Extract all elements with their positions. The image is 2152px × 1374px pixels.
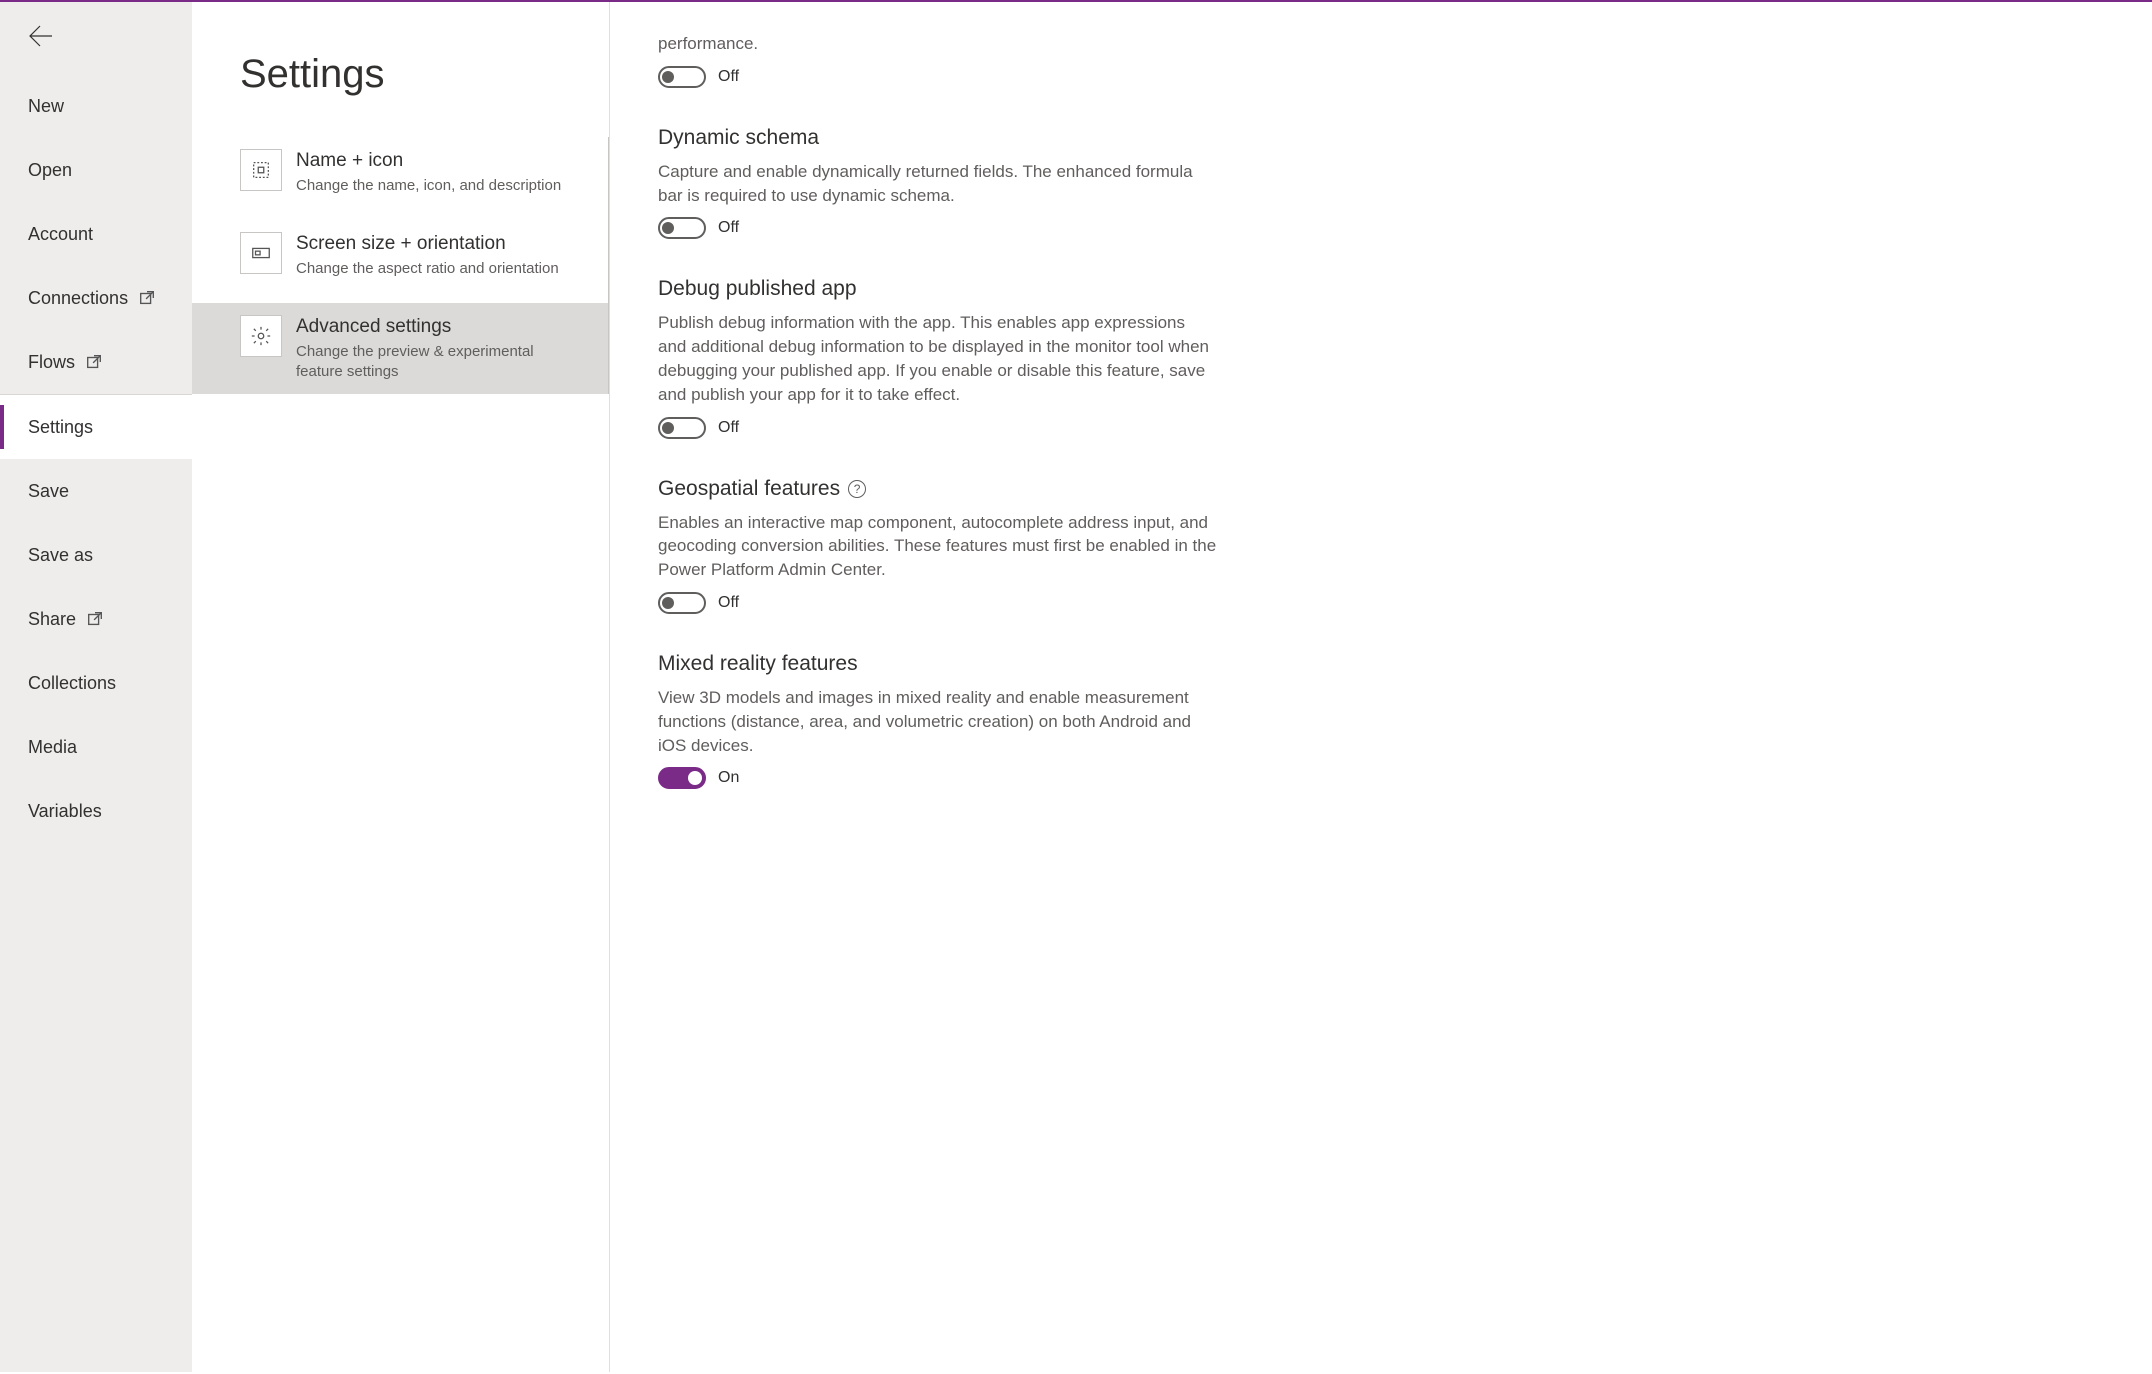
toggle-label: Off <box>718 219 739 237</box>
feature-title: Dynamic schema <box>658 126 1218 150</box>
category-body: Name + iconChange the name, icon, and de… <box>296 149 561 196</box>
feature-desc: Publish debug information with the app. … <box>658 311 1218 406</box>
feature-title: Debug published app <box>658 277 1218 301</box>
sidebar-item-open[interactable]: Open <box>0 138 192 202</box>
feature-desc-fragment: performance. <box>658 32 1218 56</box>
sidebar-item-collections[interactable]: Collections <box>0 651 192 715</box>
feature-desc: View 3D models and images in mixed reali… <box>658 686 1218 757</box>
sidebar-item-label: Save <box>28 481 69 502</box>
category-desc: Change the name, icon, and description <box>296 176 561 196</box>
category-body: Advanced settingsChange the preview & ex… <box>296 315 584 382</box>
back-arrow-icon <box>24 20 56 57</box>
feature-title-text: Dynamic schema <box>658 126 819 150</box>
feature-title: Mixed reality features <box>658 652 1218 676</box>
toggle-mixed-reality[interactable] <box>658 767 706 789</box>
category-desc: Change the aspect ratio and orientation <box>296 259 559 279</box>
sidebar-item-settings[interactable]: Settings <box>0 395 192 459</box>
settings-detail-panel[interactable]: performance. Off Dynamic schema Capture a… <box>610 2 2152 1372</box>
settings-categories-panel: Settings Name + iconChange the name, ico… <box>192 2 610 1372</box>
page-title: Settings <box>192 52 609 97</box>
sidebar-item-label: Connections <box>28 288 128 309</box>
sidebar-item-share[interactable]: Share <box>0 587 192 651</box>
category-title: Advanced settings <box>296 315 584 340</box>
feature-title-text: Debug published app <box>658 277 857 301</box>
feature-dynamic-schema: Dynamic schema Capture and enable dynamic… <box>658 126 1218 240</box>
feature-title-text: Mixed reality features <box>658 652 858 676</box>
toggle-debug-published[interactable] <box>658 417 706 439</box>
sidebar-item-saveas[interactable]: Save as <box>0 523 192 587</box>
info-icon[interactable]: ? <box>848 480 866 498</box>
sidebar-item-save[interactable]: Save <box>0 459 192 523</box>
toggle-label: Off <box>718 68 739 86</box>
external-link-icon <box>85 353 103 371</box>
category-name-icon[interactable]: Name + iconChange the name, icon, and de… <box>192 137 608 208</box>
feature-previous-fragment: performance. Off <box>658 32 1218 88</box>
toggle-label: On <box>718 769 739 787</box>
sidebar-item-new[interactable]: New <box>0 74 192 138</box>
sidebar: New Open Account Connections Flows Settings Sa… <box>0 2 192 1372</box>
category-body: Screen size + orientationChange the aspe… <box>296 232 559 279</box>
sidebar-item-flows[interactable]: Flows <box>0 330 192 394</box>
feature-desc: Enables an interactive map component, au… <box>658 511 1218 582</box>
grid-icon <box>240 149 282 191</box>
external-link-icon <box>138 289 156 307</box>
sidebar-item-label: Settings <box>28 417 93 438</box>
sidebar-item-label: Open <box>28 160 72 181</box>
feature-debug-published: Debug published app Publish debug informa… <box>658 277 1218 438</box>
back-button[interactable] <box>0 2 192 74</box>
toggle-row: Off <box>658 592 1218 614</box>
toggle-row: On <box>658 767 1218 789</box>
sidebar-item-label: Media <box>28 737 77 758</box>
toggle-label: Off <box>718 594 739 612</box>
feature-desc: Capture and enable dynamically returned … <box>658 160 1218 208</box>
external-link-icon <box>86 610 104 628</box>
toggle-row: Off <box>658 217 1218 239</box>
category-title: Name + icon <box>296 149 561 174</box>
sidebar-item-label: Account <box>28 224 93 245</box>
toggle-label: Off <box>718 419 739 437</box>
toggle-row: Off <box>658 66 1218 88</box>
sidebar-item-variables[interactable]: Variables <box>0 779 192 843</box>
sidebar-item-media[interactable]: Media <box>0 715 192 779</box>
sidebar-item-label: Flows <box>28 352 75 373</box>
toggle-row: Off <box>658 417 1218 439</box>
sidebar-item-label: Variables <box>28 801 102 822</box>
category-title: Screen size + orientation <box>296 232 559 257</box>
toggle-geospatial[interactable] <box>658 592 706 614</box>
sidebar-item-label: Collections <box>28 673 116 694</box>
category-advanced[interactable]: Advanced settingsChange the preview & ex… <box>192 303 608 394</box>
category-desc: Change the preview & experimental featur… <box>296 342 584 383</box>
aspect-icon <box>240 232 282 274</box>
toggle-dynamic-schema[interactable] <box>658 217 706 239</box>
feature-title: Geospatial features? <box>658 477 1218 501</box>
sidebar-item-connections[interactable]: Connections <box>0 266 192 330</box>
sidebar-item-label: Share <box>28 609 76 630</box>
sidebar-item-label: New <box>28 96 64 117</box>
gear-icon <box>240 315 282 357</box>
toggle-previous-fragment[interactable] <box>658 66 706 88</box>
app: New Open Account Connections Flows Settings Sa… <box>0 2 2152 1372</box>
sidebar-item-label: Save as <box>28 545 93 566</box>
category-screen-size[interactable]: Screen size + orientationChange the aspe… <box>192 220 608 291</box>
feature-title-text: Geospatial features <box>658 477 840 501</box>
feature-mixed-reality: Mixed reality features View 3D models and… <box>658 652 1218 789</box>
sidebar-item-account[interactable]: Account <box>0 202 192 266</box>
feature-geospatial: Geospatial features? Enables an interacti… <box>658 477 1218 614</box>
